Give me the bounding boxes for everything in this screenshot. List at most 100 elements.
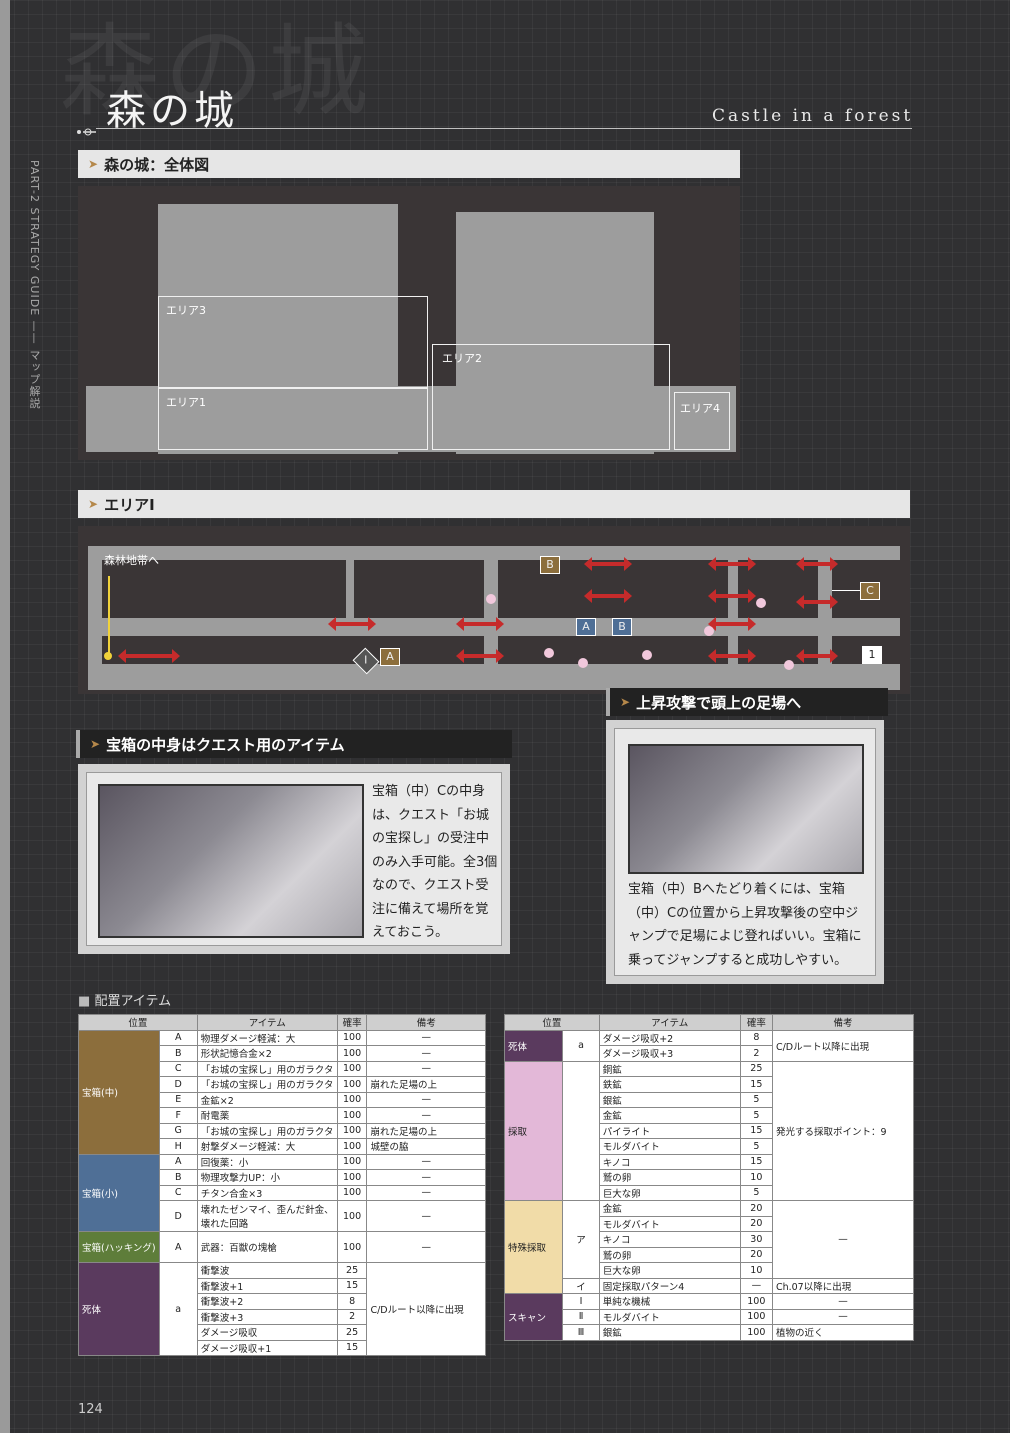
map-block: [484, 546, 498, 686]
page-edge: [0, 0, 10, 1433]
note-cell: 植物の近く: [771, 1324, 915, 1341]
item-cell: 衝撃波: [196, 1262, 338, 1279]
rate-cell: 100: [336, 1231, 368, 1263]
area3-label: エリア3: [166, 304, 206, 317]
rate-cell: 100: [336, 1169, 368, 1186]
marker-chest-mid-b[interactable]: B: [540, 556, 560, 574]
title-rule: [96, 128, 912, 129]
item-cell: 「お城の宝探し」用のガラクタ: [196, 1060, 338, 1077]
item-cell: 鉄鉱: [598, 1076, 741, 1093]
jump-panel: 宝箱（中）Bへたどり着くには、宝箱（中）Cの位置から上昇攻撃後の空中ジャンプで足…: [606, 720, 884, 984]
gather-point: [544, 648, 554, 658]
marker-chest-mid-a[interactable]: A: [380, 648, 400, 666]
rate-cell: 100: [336, 1045, 368, 1062]
item-cell: 銀鉱: [598, 1324, 741, 1341]
page-subtitle: Castle in a forest: [712, 106, 914, 126]
section-overview-header: ➤ 森の城：全体図: [78, 150, 740, 178]
forest-path-line: [108, 576, 110, 656]
route-arrow: [708, 649, 756, 663]
note-cell: C/Dルート以降に出現: [366, 1262, 486, 1356]
item-cell: 金鉱: [598, 1200, 741, 1217]
square-bullet-icon: ■: [78, 994, 91, 1009]
rate-cell: 100: [336, 1107, 368, 1124]
items-header: ■ 配置アイテム: [78, 990, 171, 1009]
table-row: 宝箱(小) A 回復薬：小 100—: [78, 1153, 486, 1232]
rate-cell: 100: [336, 1029, 368, 1046]
item-cell: 衝撃波+1: [196, 1277, 338, 1294]
rate-cell: 25: [739, 1060, 773, 1077]
route-arrow: [708, 557, 756, 571]
chest-screenshot: [98, 784, 364, 938]
table-row: Ⅱ モルダバイト 100—: [505, 1308, 915, 1325]
item-cell: キノコ: [598, 1231, 741, 1248]
route-arrow: [796, 595, 838, 609]
rate-cell: 20: [739, 1246, 773, 1263]
route-arrow: [456, 649, 504, 663]
item-cell: 物理攻撃力UP：小: [196, 1169, 338, 1186]
route-arrow: [118, 649, 180, 663]
route-arrow: [708, 617, 756, 631]
section-area1-header: ➤ エリアⅠ: [78, 490, 910, 518]
note-cell: —: [366, 1060, 486, 1077]
item-cell: 単純な機械: [598, 1293, 741, 1310]
marker-chest-small-b[interactable]: B: [612, 618, 632, 636]
note-cell: —: [366, 1169, 486, 1186]
gather-point: [578, 658, 588, 668]
category-cell: 採取: [503, 1060, 564, 1201]
ornament-icon: [76, 122, 98, 136]
rate-cell: 100: [739, 1293, 773, 1310]
rate-cell: 2: [336, 1308, 368, 1325]
category-cell: 死体: [503, 1029, 564, 1062]
marker-scan-1[interactable]: 1: [862, 646, 882, 664]
item-cell: キノコ: [598, 1153, 741, 1170]
table-row: 宝箱(ハッキング) A 武器：百獣の塊槍 100—: [78, 1231, 486, 1263]
rate-cell: 10: [739, 1169, 773, 1186]
gather-point: [784, 660, 794, 670]
rate-cell: 2: [739, 1045, 773, 1062]
rate-cell: 15: [739, 1076, 773, 1093]
gather-point: [756, 598, 766, 608]
table-row: 宝箱(中) A 物理ダメージ軽減：大 100—: [78, 1029, 486, 1155]
rate-cell: 20: [739, 1200, 773, 1217]
forest-exit-icon: [104, 652, 112, 660]
position-cell: Ⅲ: [562, 1324, 600, 1341]
table-row: 採取 銅鉱 25 発光する採取ポイント：9: [503, 1060, 915, 1201]
note-cell: —: [771, 1308, 915, 1325]
rate-cell: 100: [336, 1091, 368, 1108]
position-cell: A: [158, 1029, 198, 1046]
route-arrow: [584, 589, 632, 603]
marker-leader-line: [832, 590, 860, 591]
table-row: 死体 a ダメージ吸収+2 8 C/Dルート以降に出現: [503, 1029, 915, 1062]
category-cell: 宝箱(中): [78, 1029, 160, 1155]
position-cell: A: [158, 1231, 198, 1263]
table-header-cell: アイテム: [598, 1014, 741, 1031]
note-cell: —: [366, 1029, 486, 1046]
chest-panel: 宝箱（中）Cの中身は、クエスト「お城の宝探し」の受注中のみ入手可能。全3個なので…: [78, 764, 510, 954]
note-cell: —: [366, 1091, 486, 1108]
area2-label: エリア2: [442, 352, 482, 365]
table-header-cell: 位置: [78, 1014, 198, 1031]
note-cell: —: [771, 1200, 915, 1279]
position-cell: [562, 1060, 600, 1201]
item-cell: 射撃ダメージ軽減：大: [196, 1138, 338, 1155]
table-row: スキャン Ⅰ 単純な機械 100—: [503, 1293, 915, 1341]
item-cell: 鷲の卵: [598, 1246, 741, 1263]
section-jump-header: ➤ 上昇攻撃で頭上の足場へ: [606, 688, 888, 716]
item-cell: 衝撃波+2: [196, 1293, 338, 1310]
note-cell: —: [366, 1184, 486, 1201]
marker-chest-small-a[interactable]: A: [576, 618, 596, 636]
item-cell: 武器：百獣の塊槍: [196, 1231, 338, 1263]
table-header-row: 位置 アイテム 確率 備考: [78, 1014, 486, 1031]
position-cell: D: [158, 1200, 198, 1232]
route-arrow: [456, 617, 504, 631]
note-cell: —: [366, 1107, 486, 1124]
table-header-row: 位置 アイテム 確率 備考: [504, 1014, 915, 1031]
table-header-cell: 備考: [366, 1014, 486, 1031]
area1-map: 森林地帯へ A B A B C 1 Ⅰ: [78, 526, 910, 694]
area4-label: エリア4: [680, 402, 720, 415]
position-cell: H: [158, 1138, 198, 1155]
item-cell: モルダバイト: [598, 1308, 741, 1325]
marker-chest-mid-c[interactable]: C: [860, 582, 880, 600]
rate-cell: 100: [336, 1138, 368, 1155]
item-cell: 衝撃波+3: [196, 1308, 338, 1325]
